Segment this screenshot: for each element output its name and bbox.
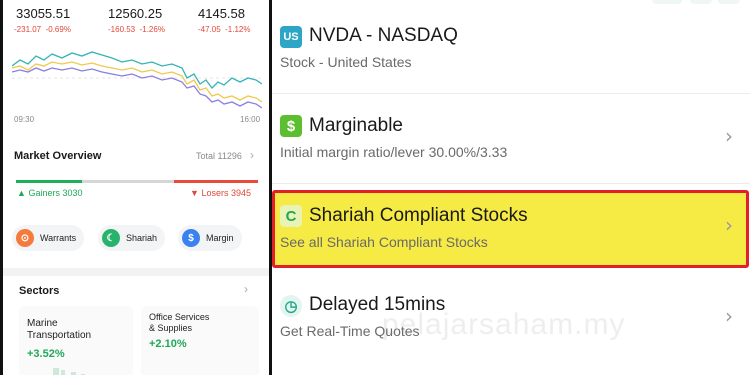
clock-icon: ◷ xyxy=(280,295,302,317)
sector-name: Marine Transportation xyxy=(27,318,92,341)
market-overview-title: Market Overview xyxy=(14,150,102,162)
chevron-right-icon[interactable]: › xyxy=(244,282,248,296)
shariah-chip[interactable]: ☾ Shariah xyxy=(98,225,166,251)
sp500-index-value: 4145.58 xyxy=(198,6,245,21)
dow-index-change: -231.07 -0.69% xyxy=(14,25,71,34)
row-divider xyxy=(272,93,750,94)
warrants-chip-label: Warrants xyxy=(40,233,77,243)
stock-detail-list: US NVDA - NASDAQ Stock - United States $… xyxy=(272,0,750,375)
margin-chip-label: Margin xyxy=(206,233,234,243)
nasdaq-index-value: 12560.25 xyxy=(108,6,163,21)
shariah-chip-label: Shariah xyxy=(126,233,158,243)
watermark-text: pelajarsaham.my xyxy=(382,308,626,341)
row-divider xyxy=(272,183,750,184)
chevron-right-icon[interactable]: › xyxy=(725,213,733,237)
section-separator xyxy=(3,268,269,276)
margin-chip[interactable]: $ Margin xyxy=(178,225,242,251)
sectors-title: Sectors xyxy=(19,285,60,297)
warrants-chip[interactable]: ⊙ Warrants xyxy=(12,225,85,251)
sp500-index-change: -47.05 -1.12% xyxy=(198,25,251,34)
nasdaq-index-change: -160.53 -1.26% xyxy=(108,25,165,34)
warrants-icon: ⊙ xyxy=(16,229,34,247)
sector-change: +3.52% xyxy=(27,348,65,360)
highlight-box xyxy=(272,190,749,268)
dow-index-value: 33055.51 xyxy=(16,6,71,21)
chart-time-start: 09:30 xyxy=(14,115,35,124)
sector-name: Office Services & Supplies xyxy=(149,312,210,333)
top-pill xyxy=(718,0,740,4)
gainers-count: ▲ Gainers 3030 xyxy=(17,188,83,198)
losers-bar xyxy=(174,180,258,183)
sector-change: +2.10% xyxy=(149,338,187,350)
row-subtitle: Stock - United States xyxy=(280,54,412,70)
chevron-right-icon[interactable]: › xyxy=(725,304,733,328)
triangle-down-icon: ▼ xyxy=(190,188,199,198)
series-line-3 xyxy=(12,67,262,109)
row-title: Shariah Compliant Stocks xyxy=(309,205,528,226)
row-title: Marginable xyxy=(309,115,403,136)
chevron-right-icon[interactable]: › xyxy=(725,124,733,148)
losers-count: ▼ Losers 3945 xyxy=(190,188,251,198)
top-pill xyxy=(690,0,712,4)
mobile-market-panel: 33055.51 -231.07 -0.69% 12560.25 -160.53… xyxy=(0,0,272,375)
row-subtitle: Initial margin ratio/lever 30.00%/3.33 xyxy=(280,144,508,160)
sector-card-marine[interactable]: Marine Transportation +3.52% xyxy=(19,306,133,375)
intraday-index-chart xyxy=(12,51,262,109)
triangle-up-icon: ▲ xyxy=(17,188,26,198)
crescent-icon: ☾ xyxy=(102,229,120,247)
us-flag-icon: US xyxy=(280,26,302,48)
dollar-icon: $ xyxy=(280,115,302,137)
row-title: NVDA - NASDAQ xyxy=(309,25,458,46)
chart-time-end: 16:00 xyxy=(240,115,261,124)
sector-mini-bars xyxy=(53,368,85,375)
crescent-icon: C xyxy=(280,205,302,227)
row-subtitle: See all Shariah Compliant Stocks xyxy=(280,234,488,250)
market-overview-total[interactable]: Total 11296 xyxy=(196,151,242,161)
series-line-2 xyxy=(12,61,262,103)
dollar-icon: $ xyxy=(182,229,200,247)
sector-card-office[interactable]: Office Services & Supplies +2.10% xyxy=(141,306,259,375)
chevron-right-icon[interactable]: › xyxy=(250,148,254,162)
gainers-bar xyxy=(16,180,82,183)
top-pill xyxy=(652,0,682,4)
unchanged-bar xyxy=(82,180,174,183)
